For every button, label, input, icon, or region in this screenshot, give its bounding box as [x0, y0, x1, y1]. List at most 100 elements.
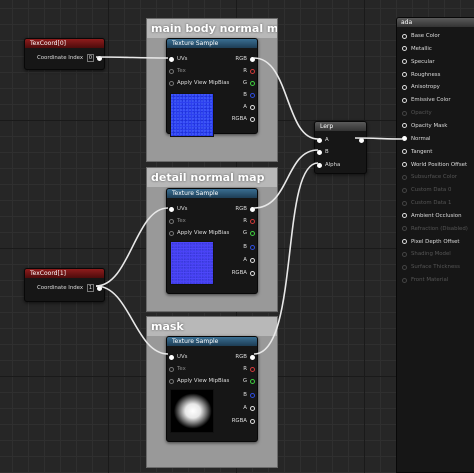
input-pin-icon[interactable] — [402, 149, 407, 155]
result-pin-shading-model[interactable]: Shading Model — [397, 250, 451, 258]
input-pin-icon[interactable] — [402, 187, 407, 193]
rgba-output[interactable]: RGBA — [232, 269, 257, 277]
apply-view-mipbias-input[interactable]: Apply View MipBias — [167, 377, 229, 385]
g-output[interactable]: G — [243, 79, 257, 87]
output-pin-icon[interactable] — [250, 366, 255, 372]
result-pin-normal[interactable]: Normal — [397, 135, 431, 143]
output-pin-icon[interactable] — [250, 244, 255, 250]
uvs-input[interactable]: UVs — [167, 55, 187, 63]
result-pin-pixel-depth-offset[interactable]: Pixel Depth Offset — [397, 238, 460, 246]
tex-input[interactable]: Tex — [167, 67, 186, 75]
result-pin-custom-data-0[interactable]: Custom Data 0 — [397, 186, 451, 194]
input-pin-icon[interactable] — [169, 68, 174, 74]
input-pin-icon[interactable] — [402, 97, 407, 103]
texture-sample-mask-node[interactable]: Texture Sample UVs Tex Apply View MipBia… — [166, 336, 258, 442]
g-output[interactable]: G — [243, 229, 257, 237]
b-output[interactable]: B — [243, 391, 257, 399]
a-output[interactable]: A — [243, 404, 257, 412]
output-pin-icon[interactable] — [250, 270, 255, 276]
output-pin-icon[interactable] — [250, 206, 255, 212]
result-pin-roughness[interactable]: Roughness — [397, 71, 440, 79]
input-pin-icon[interactable] — [402, 59, 407, 65]
input-pin-icon[interactable] — [402, 174, 407, 180]
result-pin-specular[interactable]: Specular — [397, 58, 435, 66]
lerp-output[interactable] — [356, 136, 366, 144]
b-output[interactable]: B — [243, 91, 257, 99]
output-pin-icon[interactable] — [250, 218, 255, 224]
result-pin-tangent[interactable]: Tangent — [397, 148, 432, 156]
texcoord1-node[interactable]: TexCoord[1] Coordinate Index 1 — [24, 268, 105, 302]
input-pin-icon[interactable] — [402, 226, 407, 232]
input-pin-icon[interactable] — [169, 230, 174, 236]
output-pin-icon[interactable] — [250, 405, 255, 411]
input-pin-icon[interactable] — [402, 239, 407, 245]
input-pin-icon[interactable] — [402, 123, 407, 129]
input-pin-icon[interactable] — [402, 200, 407, 206]
input-pin-icon[interactable] — [169, 206, 174, 212]
output-pin-icon[interactable] — [250, 68, 255, 74]
input-pin-icon[interactable] — [317, 149, 322, 155]
result-pin-emissive-color[interactable]: Emissive Color — [397, 96, 451, 104]
result-pin-refraction-disabled[interactable]: Refraction (Disabled) — [397, 225, 468, 233]
output-pin-icon[interactable] — [250, 257, 255, 263]
rgba-output[interactable]: RGBA — [232, 417, 257, 425]
input-pin-icon[interactable] — [169, 56, 174, 62]
input-pin-icon[interactable] — [402, 277, 407, 283]
input-pin-icon[interactable] — [317, 162, 322, 168]
input-pin-icon[interactable] — [402, 110, 407, 116]
output-pin-icon[interactable] — [359, 137, 364, 143]
result-pin-base-color[interactable]: Base Color — [397, 32, 440, 40]
r-output[interactable]: R — [243, 67, 257, 75]
texture-sample-main-node[interactable]: Texture Sample UVs Tex Apply View MipBia… — [166, 38, 258, 137]
texcoord0-node[interactable]: TexCoord[0] Coordinate Index 0 — [24, 38, 105, 70]
output-pin-icon[interactable] — [97, 55, 102, 61]
lerp-b-input[interactable]: B — [315, 148, 329, 156]
result-pin-subsurface-color[interactable]: Subsurface Color — [397, 173, 457, 181]
output-pin-icon[interactable] — [250, 56, 255, 62]
result-pin-custom-data-1[interactable]: Custom Data 1 — [397, 199, 451, 207]
output-pin-icon[interactable] — [250, 354, 255, 360]
a-output[interactable]: A — [243, 256, 257, 264]
b-output[interactable]: B — [243, 243, 257, 251]
rgb-output[interactable]: RGB — [235, 55, 257, 63]
result-pin-opacity-mask[interactable]: Opacity Mask — [397, 122, 447, 130]
input-pin-icon[interactable] — [169, 80, 174, 86]
apply-view-mipbias-input[interactable]: Apply View MipBias — [167, 229, 229, 237]
input-pin-icon[interactable] — [402, 72, 407, 78]
rgba-output[interactable]: RGBA — [232, 115, 257, 123]
g-output[interactable]: G — [243, 377, 257, 385]
output-pin-icon[interactable] — [250, 92, 255, 98]
output-pin-icon[interactable] — [97, 285, 102, 291]
lerp-a-input[interactable]: A — [315, 136, 329, 144]
input-pin-icon[interactable] — [402, 136, 407, 142]
output-pin-icon[interactable] — [250, 116, 255, 122]
output-pin-icon[interactable] — [250, 104, 255, 110]
uvs-input[interactable]: UVs — [167, 353, 187, 361]
coordinate-index-value[interactable]: 0 — [86, 54, 94, 62]
r-output[interactable]: R — [243, 365, 257, 373]
input-pin-icon[interactable] — [402, 162, 407, 167]
input-pin-icon[interactable] — [169, 354, 174, 360]
output-pin-icon[interactable] — [250, 418, 255, 424]
coordinate-index-output[interactable]: Coordinate Index 1 — [37, 284, 104, 292]
lerp-alpha-input[interactable]: Alpha — [315, 161, 340, 169]
result-pin-surface-thickness[interactable]: Surface Thickness — [397, 263, 460, 271]
coordinate-index-value[interactable]: 1 — [86, 284, 94, 292]
input-pin-icon[interactable] — [402, 264, 407, 270]
coordinate-index-output[interactable]: Coordinate Index 0 — [37, 54, 104, 62]
result-pin-world-position-offset[interactable]: World Position Offset — [397, 161, 467, 169]
tex-input[interactable]: Tex — [167, 217, 186, 225]
material-result-node[interactable]: ada Base Color Metallic Specular Roughness A… — [396, 17, 474, 473]
texture-sample-detail-node[interactable]: Texture Sample UVs Tex Apply View MipBia… — [166, 188, 258, 294]
rgb-output[interactable]: RGB — [235, 205, 257, 213]
lerp-node[interactable]: Lerp A B Alpha — [314, 121, 367, 174]
result-pin-metallic[interactable]: Metallic — [397, 45, 432, 53]
rgb-output[interactable]: RGB — [235, 353, 257, 361]
result-pin-ambient-occlusion[interactable]: Ambient Occlusion — [397, 212, 462, 220]
apply-view-mipbias-input[interactable]: Apply View MipBias — [167, 79, 229, 87]
input-pin-icon[interactable] — [402, 33, 407, 39]
input-pin-icon[interactable] — [169, 378, 174, 384]
input-pin-icon[interactable] — [402, 84, 407, 90]
input-pin-icon[interactable] — [317, 137, 322, 143]
output-pin-icon[interactable] — [250, 378, 255, 384]
